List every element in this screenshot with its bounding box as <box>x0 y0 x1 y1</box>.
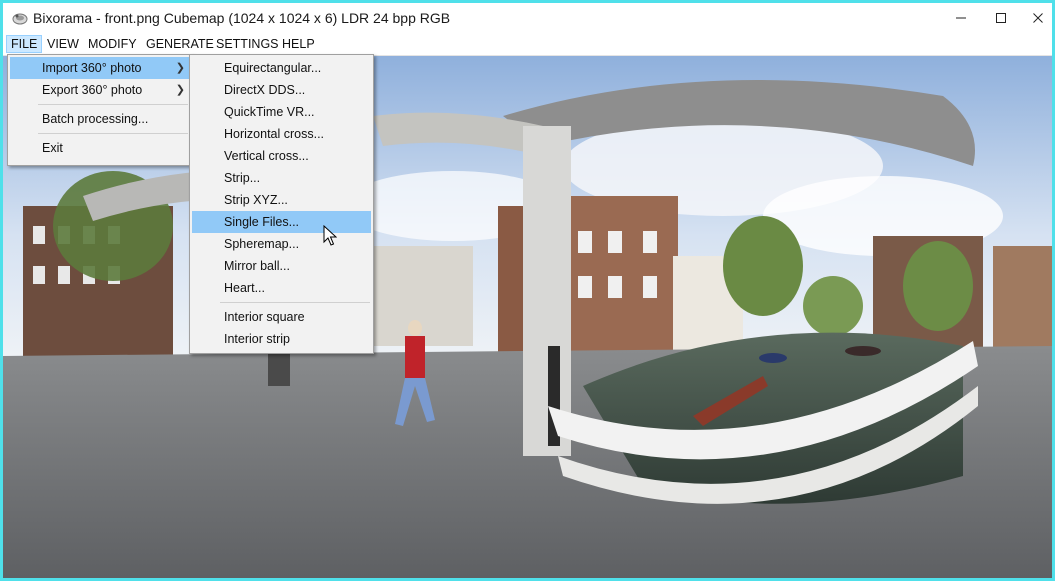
submenu-item-label: Equirectangular... <box>224 61 322 75</box>
submenu-item-label: Strip... <box>224 171 261 185</box>
submenu-item-label: Mirror ball... <box>224 259 290 273</box>
submenu-item-label: Interior square <box>224 310 305 324</box>
submenu-item-label: Interior strip <box>224 332 290 346</box>
menu-separator <box>38 133 188 134</box>
submenu-item-label: Heart... <box>224 281 265 295</box>
maximize-icon <box>995 12 1007 24</box>
submenu-item-quicktime-vr[interactable]: QuickTime VR... <box>192 101 371 123</box>
import-submenu: Equirectangular... DirectX DDS... QuickT… <box>189 54 374 354</box>
menu-item-label: Batch processing... <box>42 112 149 126</box>
menu-help[interactable]: HELP <box>278 35 319 53</box>
menu-settings[interactable]: SETTINGS <box>212 35 283 53</box>
submenu-item-label: Single Files... <box>224 215 300 229</box>
menu-separator <box>220 302 370 303</box>
submenu-item-label: Horizontal cross... <box>224 127 325 141</box>
submenu-item-single-files[interactable]: Single Files... <box>192 211 371 233</box>
mouse-cursor-icon <box>323 224 338 252</box>
submenu-item-strip[interactable]: Strip... <box>192 167 371 189</box>
submenu-item-interior-strip[interactable]: Interior strip <box>192 328 371 350</box>
file-menu-dropdown: Import 360° photo ❯ Export 360° photo ❯ … <box>7 54 194 166</box>
app-logo-icon <box>11 10 29 26</box>
menu-item-import-360-photo[interactable]: Import 360° photo ❯ <box>10 57 191 79</box>
submenu-item-vertical-cross[interactable]: Vertical cross... <box>192 145 371 167</box>
submenu-item-interior-square[interactable]: Interior square <box>192 306 371 328</box>
submenu-item-label: Spheremap... <box>224 237 300 251</box>
menu-bar: FILE VIEW MODIFY GENERATE SETTINGS HELP <box>3 33 1052 56</box>
submenu-item-heart[interactable]: Heart... <box>192 277 371 299</box>
minimize-icon <box>955 12 967 24</box>
submenu-item-label: Vertical cross... <box>224 149 309 163</box>
submenu-item-label: Strip XYZ... <box>224 193 288 207</box>
menu-modify[interactable]: MODIFY <box>84 35 141 53</box>
menu-file[interactable]: FILE <box>6 35 43 53</box>
menu-item-label: Exit <box>42 141 63 155</box>
submenu-item-spheremap[interactable]: Spheremap... <box>192 233 371 255</box>
menu-item-exit[interactable]: Exit <box>10 137 191 159</box>
menu-item-export-360-photo[interactable]: Export 360° photo ❯ <box>10 79 191 101</box>
submenu-item-label: QuickTime VR... <box>224 105 315 119</box>
submenu-item-directx-dds[interactable]: DirectX DDS... <box>192 79 371 101</box>
submenu-arrow-icon: ❯ <box>175 62 185 74</box>
menu-separator <box>38 104 188 105</box>
app-window: Bixorama - front.png Cubemap (1024 x 102… <box>3 3 1052 578</box>
submenu-item-equirectangular[interactable]: Equirectangular... <box>192 57 371 79</box>
menu-item-label: Import 360° photo <box>42 61 142 75</box>
close-button[interactable] <box>1024 3 1052 33</box>
menu-generate[interactable]: GENERATE <box>142 35 218 53</box>
submenu-item-mirror-ball[interactable]: Mirror ball... <box>192 255 371 277</box>
menu-view[interactable]: VIEW <box>43 35 83 53</box>
submenu-item-strip-xyz[interactable]: Strip XYZ... <box>192 189 371 211</box>
close-icon <box>1032 12 1044 24</box>
menu-item-label: Export 360° photo <box>42 83 143 97</box>
window-title: Bixorama - front.png Cubemap (1024 x 102… <box>33 10 451 26</box>
submenu-arrow-icon: ❯ <box>175 84 185 96</box>
maximize-button[interactable] <box>978 3 1024 33</box>
submenu-item-label: DirectX DDS... <box>224 83 306 97</box>
menu-item-batch-processing[interactable]: Batch processing... <box>10 108 191 130</box>
submenu-item-horizontal-cross[interactable]: Horizontal cross... <box>192 123 371 145</box>
title-bar[interactable]: Bixorama - front.png Cubemap (1024 x 102… <box>3 3 1052 33</box>
